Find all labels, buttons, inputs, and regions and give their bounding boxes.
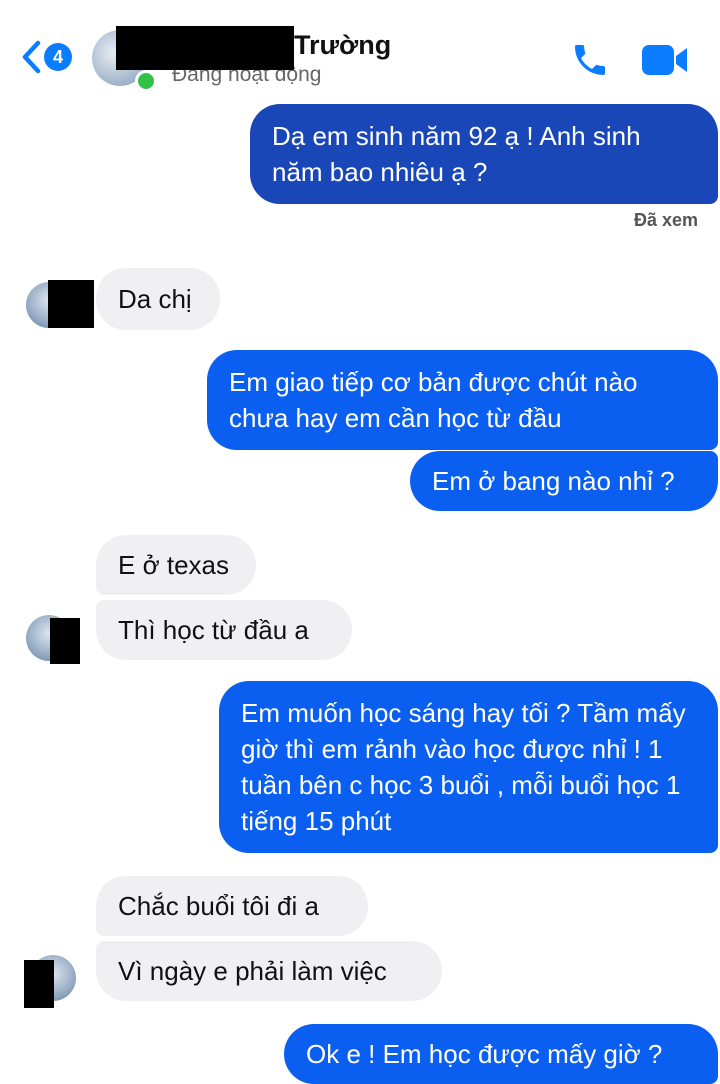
message-bubble-incoming[interactable]: Vì ngày e phải làm việc [96, 941, 442, 1001]
message-bubble-outgoing[interactable]: Em giao tiếp cơ bản được chút nào chưa h… [207, 350, 718, 450]
message-bubble-outgoing[interactable]: Em muốn học sáng hay tối ? Tầm mấy giờ t… [219, 681, 718, 853]
back-button[interactable]: 4 [20, 40, 72, 74]
voice-call-button[interactable] [570, 40, 610, 85]
unread-count-badge: 4 [44, 43, 72, 71]
redaction-bar [48, 280, 94, 328]
message-bubble-incoming[interactable]: Thì học từ đầu a [96, 600, 352, 660]
seen-receipt: Đã xem [633, 210, 698, 230]
redaction-bar [116, 26, 294, 70]
video-camera-icon [642, 45, 687, 75]
message-bubble-incoming[interactable]: Chắc buổi tôi đi a [96, 876, 368, 936]
message-bubble-incoming[interactable]: E ở texas [96, 535, 256, 595]
contact-name[interactable]: Trường [294, 30, 391, 61]
online-indicator [135, 70, 157, 92]
message-bubble-incoming[interactable]: Da chị [96, 268, 220, 330]
message-bubble-outgoing[interactable]: Em ở bang nào nhỉ ? [410, 451, 718, 511]
message-bubble-outgoing[interactable]: Ok e ! Em học được mấy giờ ? [284, 1024, 718, 1084]
redaction-bar [24, 960, 54, 1008]
video-call-button[interactable] [640, 42, 690, 83]
phone-icon [575, 45, 605, 75]
message-bubble-outgoing[interactable]: Dạ em sinh năm 92 ạ ! Anh sinh năm bao n… [250, 104, 718, 204]
chat-header: 4 Đang hoạt động Trường [0, 0, 720, 95]
redaction-bar [50, 618, 80, 664]
chevron-left-icon [22, 40, 41, 74]
